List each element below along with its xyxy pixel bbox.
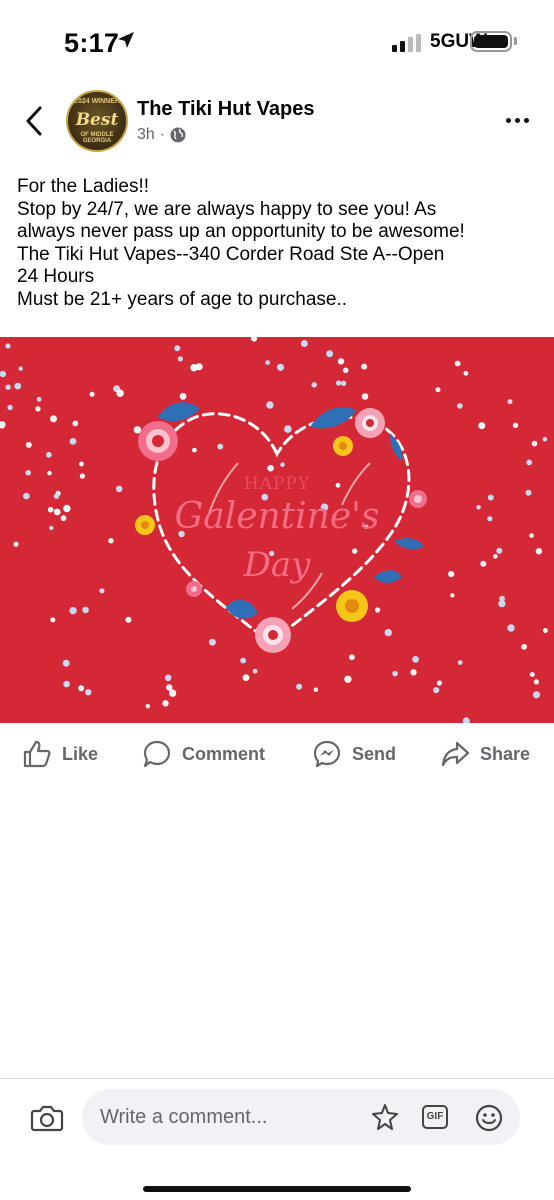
post-actions: Like Comment Send Share [0,734,554,774]
share-label: Share [480,743,531,764]
battery-tip [514,37,517,45]
globe-icon [170,127,186,143]
signal-icon [392,34,421,52]
sticker-icon[interactable] [370,1102,400,1132]
meta-separator: · [159,126,166,143]
image-title-text: Galentine's [174,496,380,537]
post-text-line: Must be 21+ years of age to purchase.. [17,288,348,310]
page-name[interactable]: The Tiki Hut Vapes [137,98,314,121]
post-meta: 3h · [137,126,186,144]
home-indicator [143,1186,411,1192]
back-chevron-icon[interactable] [20,104,50,138]
gif-icon[interactable]: GIF [422,1105,448,1129]
battery-icon [470,31,512,52]
avatar-main-text: Best [75,110,119,130]
send-label: Send [352,743,397,764]
status-bar: 5:17 5GUW [0,0,554,80]
image-happy-text: HAPPY [243,474,311,494]
post-header: 2024 WINNER Best OF MIDDLE GEORGIA The T… [0,88,554,158]
share-icon [441,741,470,767]
comment-placeholder: Write a comment... [100,1106,268,1128]
post-text-line: The Tiki Hut Vapes--340 Corder Road Ste … [17,243,445,265]
send-button[interactable]: Send [312,734,396,774]
status-time: 5:17 [64,28,120,58]
comment-label: Comment [182,743,266,764]
messenger-icon [313,740,341,768]
comment-input[interactable]: Write a comment... GIF [82,1089,520,1145]
comment-icon [143,740,171,768]
post-time[interactable]: 3h [137,126,155,144]
post-text-line: For the Ladies!! [17,176,150,197]
comment-button[interactable]: Comment [142,734,265,774]
post-text-line: Stop by 24/7, we are always happy to see… [17,198,437,220]
location-arrow-icon [118,32,134,48]
comment-bar: Write a comment... GIF [0,1078,554,1200]
camera-icon[interactable] [30,1103,64,1133]
more-icon[interactable] [506,118,529,123]
avatar-top-text: 2024 WINNER [74,98,120,105]
post-text-line: 24 Hours [17,266,95,287]
share-button[interactable]: Share [440,734,530,774]
avatar-bottom-text: OF MIDDLE GEORGIA [80,132,114,144]
image-day-text: Day [243,545,311,585]
like-button[interactable]: Like [22,734,98,774]
like-label: Like [62,743,99,764]
like-icon [23,740,51,768]
page-avatar[interactable]: 2024 WINNER Best OF MIDDLE GEORGIA [66,90,128,152]
post-text-line: always never pass up an opportunity to b… [17,221,465,242]
post-text: For the Ladies!! Stop by 24/7, we are al… [17,176,542,311]
emoji-icon[interactable] [474,1103,504,1133]
